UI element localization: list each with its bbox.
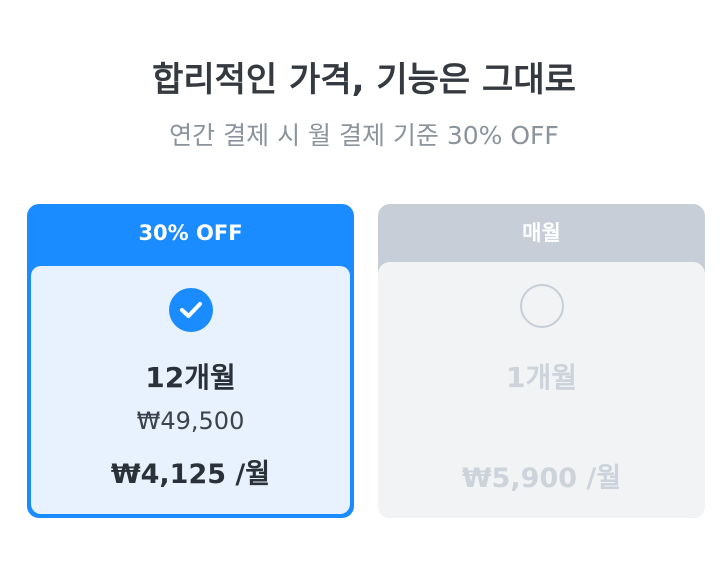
page-subtitle: 연간 결제 시 월 결제 기준 30% OFF	[169, 121, 559, 150]
plan-body-monthly: 1개월 ₩5,900 /월	[378, 262, 705, 518]
page-title: 합리적인 가격, 기능은 그대로	[152, 60, 576, 100]
plan-monthly-price-monthly: ₩5,900 /월	[461, 463, 622, 494]
plan-period-monthly: 1개월	[505, 361, 577, 394]
pricing-page: 합리적인 가격, 기능은 그대로 연간 결제 시 월 결제 기준 30% OFF…	[0, 0, 728, 564]
checkmark-circle-icon[interactable]	[168, 288, 213, 332]
plan-card-monthly[interactable]: 매월 1개월 ₩5,900 /월	[378, 204, 705, 518]
plan-badge-annual: 30% OFF	[138, 221, 243, 245]
plan-monthly-price-annual: ₩4,125 /월	[110, 459, 271, 490]
plan-card-annual[interactable]: 30% OFF 12개월 ₩49,500 ₩4,125 /월	[27, 204, 354, 518]
plan-full-price-annual: ₩49,500	[136, 407, 245, 435]
plan-body-annual: 12개월 ₩49,500 ₩4,125 /월	[31, 266, 350, 514]
plan-period-annual: 12개월	[145, 361, 236, 394]
plan-badge-monthly: 매월	[522, 221, 561, 245]
empty-circle-icon[interactable]	[519, 284, 564, 328]
